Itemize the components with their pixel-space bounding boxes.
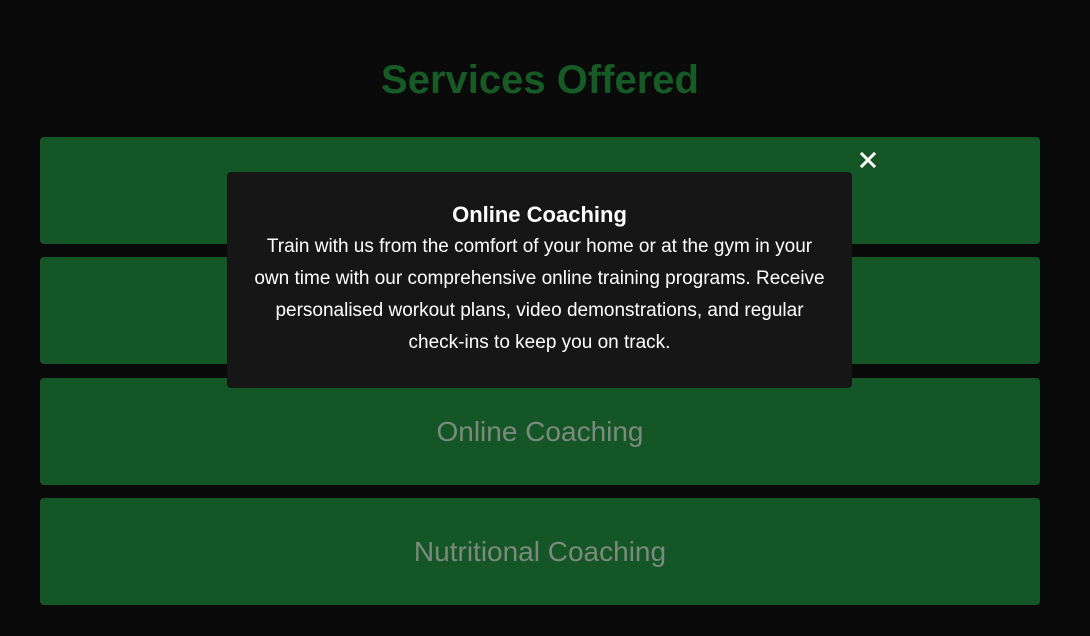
- services-page: Services Offered Online Coaching Nutriti…: [0, 0, 1090, 636]
- modal-title: Online Coaching: [452, 202, 627, 227]
- modal-close-button[interactable]: [856, 148, 880, 172]
- service-details-modal: Online Coaching Train with us from the c…: [227, 172, 852, 388]
- modal-description: Train with us from the comfort of your h…: [254, 236, 825, 353]
- service-card-label: Online Coaching: [436, 415, 644, 447]
- close-icon: [860, 152, 876, 168]
- service-card-label: Nutritional Coaching: [413, 535, 667, 567]
- service-card-nutritional-coaching[interactable]: Nutritional Coaching: [40, 498, 1040, 605]
- service-card-online-coaching[interactable]: Online Coaching: [40, 378, 1040, 485]
- page-title: Services Offered: [381, 58, 699, 102]
